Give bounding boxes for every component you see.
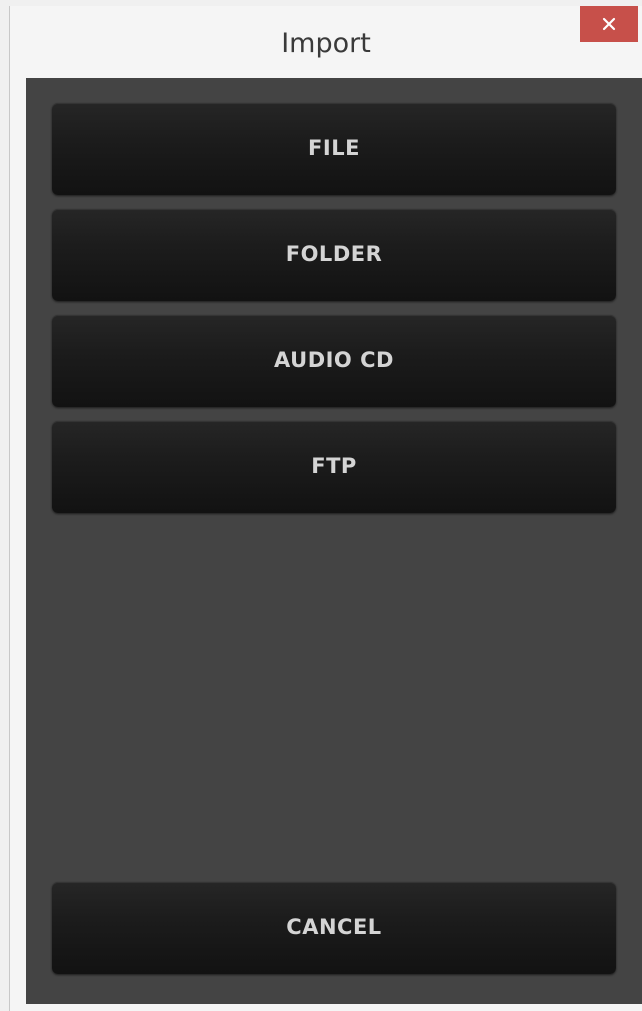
import-folder-button[interactable]: FOLDER	[52, 209, 616, 301]
import-folder-label: FOLDER	[285, 242, 383, 266]
import-ftp-label: FTP	[311, 454, 357, 478]
close-button[interactable]	[580, 6, 638, 42]
import-dialog: Import FILE FOLDER AUDIO CD FTP CANCEL	[9, 6, 642, 1011]
import-audio-cd-label: AUDIO CD	[274, 348, 394, 372]
title-bar: Import	[10, 6, 642, 78]
close-icon	[602, 17, 616, 31]
import-audio-cd-button[interactable]: AUDIO CD	[52, 315, 616, 407]
import-file-button[interactable]: FILE	[52, 103, 616, 195]
cancel-label: CANCEL	[286, 915, 382, 939]
dialog-title: Import	[281, 28, 371, 59]
cancel-button[interactable]: CANCEL	[52, 882, 616, 974]
import-ftp-button[interactable]: FTP	[52, 421, 616, 513]
options-panel: FILE FOLDER AUDIO CD FTP CANCEL	[26, 78, 642, 1004]
import-file-label: FILE	[308, 136, 360, 160]
